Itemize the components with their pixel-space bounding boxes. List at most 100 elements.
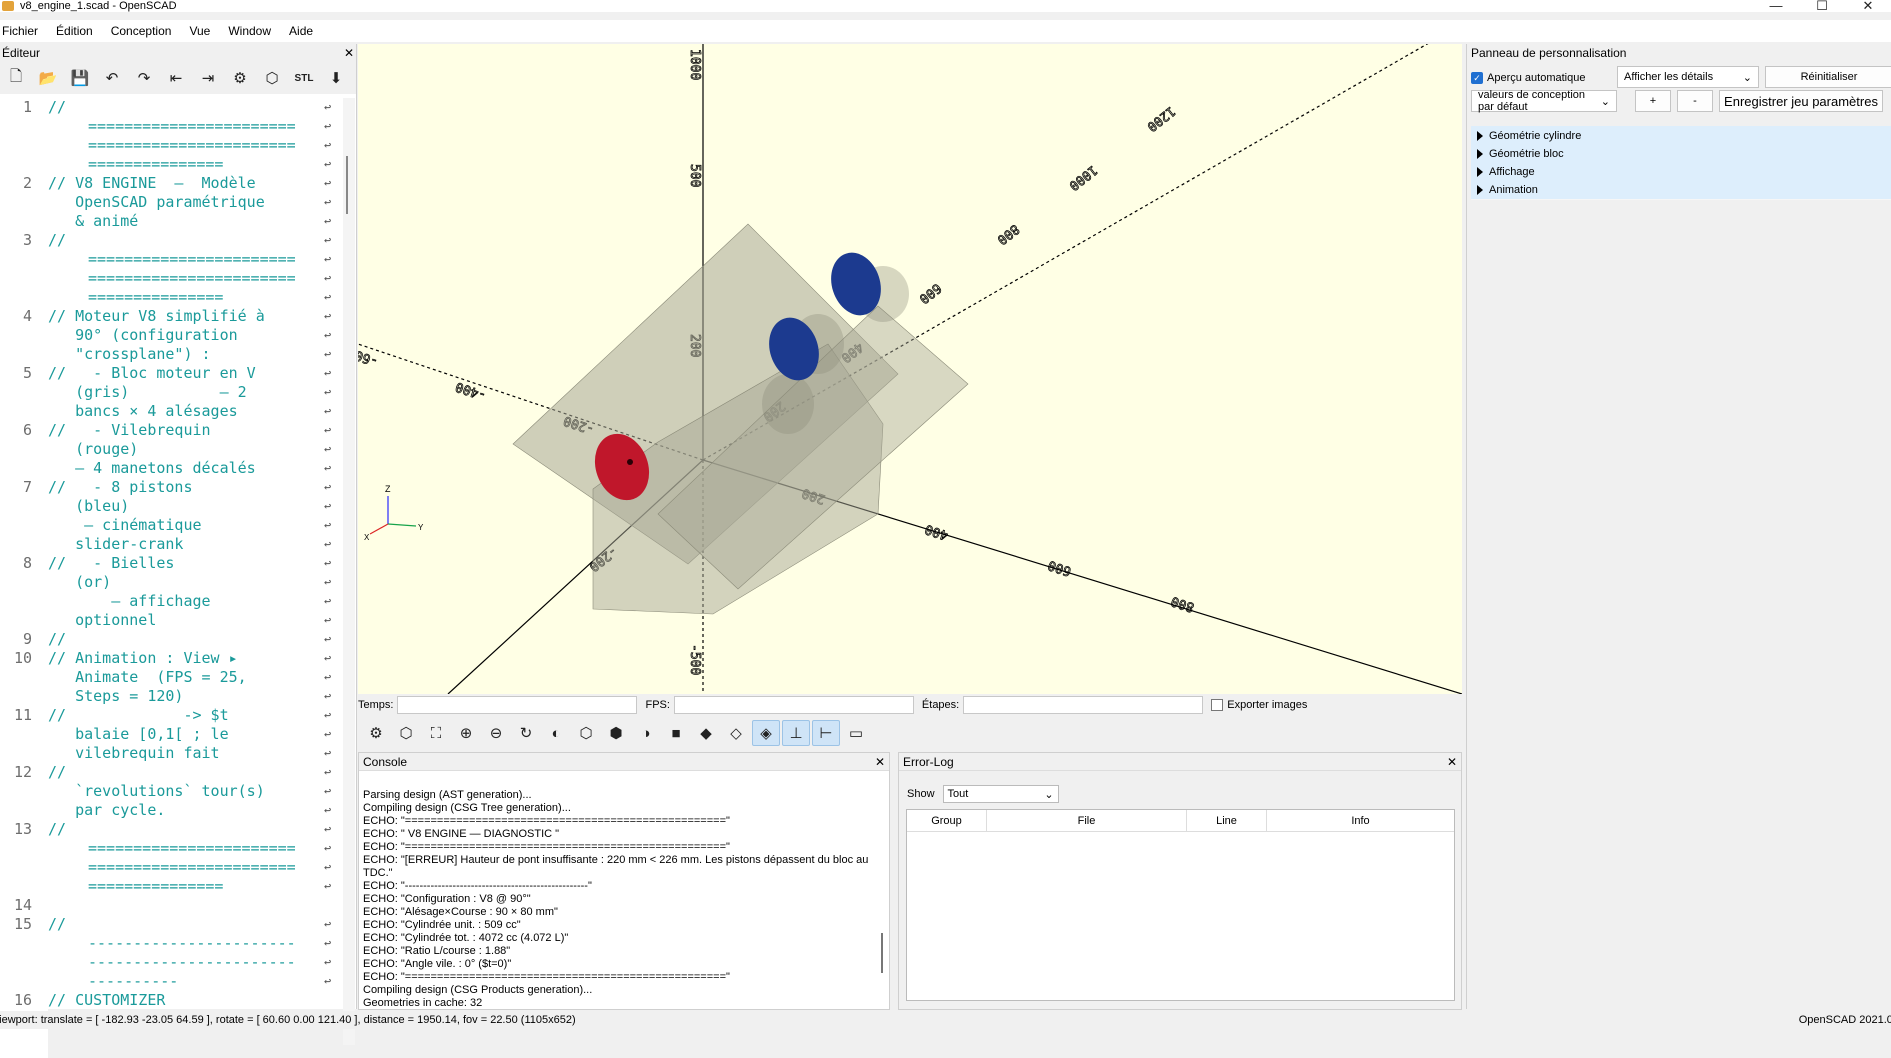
wrap-indicator-icon: ↩ — [324, 708, 332, 722]
wrap-indicator-icon: ↩ — [324, 309, 332, 323]
auto-preview-checkbox[interactable]: ✓ — [1471, 72, 1483, 84]
auto-preview-label: Aperçu automatique — [1487, 72, 1586, 84]
wrap-indicator-icon: ↩ — [324, 100, 332, 114]
perspective-icon[interactable]: ◇ — [722, 720, 750, 746]
error-log-close-icon[interactable]: ✕ — [1447, 755, 1457, 769]
render-icon[interactable]: ⬡ — [392, 720, 420, 746]
cylinder-bore — [762, 374, 814, 434]
view-top-icon[interactable]: ⬡ — [572, 720, 600, 746]
preview-icon[interactable]: ⚙ — [362, 720, 390, 746]
wrap-indicator-icon: ↩ — [324, 119, 332, 133]
preset-select[interactable]: valeurs de conception par défaut ⌄ — [1471, 89, 1617, 113]
steps-input[interactable] — [963, 696, 1204, 714]
wrap-indicator-icon: ↩ — [324, 841, 332, 855]
code-line: (gris) — 2 — [48, 383, 247, 401]
add-preset-button[interactable]: + — [1635, 90, 1671, 112]
console-scrollbar[interactable] — [881, 933, 883, 973]
code-line: // Animation : View ▸ — [48, 649, 238, 667]
column-line[interactable]: Line — [1187, 810, 1267, 831]
code-line: // — [48, 630, 67, 648]
group-geometrie-bloc[interactable]: Géométrie bloc — [1471, 144, 1891, 164]
redo-icon[interactable]: ↷ — [130, 65, 158, 91]
menu-conception[interactable]: Conception — [111, 24, 172, 38]
editor-close-icon[interactable]: ✕ — [344, 46, 354, 60]
view-back-icon[interactable]: ◆ — [692, 720, 720, 746]
code-line: =============== — [88, 877, 224, 895]
menu-window[interactable]: Window — [228, 24, 271, 38]
zoom-in-icon[interactable]: ⊕ — [452, 720, 480, 746]
line-number: 2 — [22, 174, 32, 192]
mini-axis-z-label: Z — [385, 484, 391, 494]
group-animation[interactable]: Animation — [1471, 180, 1891, 200]
minimize-button[interactable]: — — [1753, 0, 1799, 14]
reset-view-icon[interactable]: ↻ — [512, 720, 540, 746]
menu-aide[interactable]: Aide — [289, 24, 313, 38]
preview-icon[interactable]: ⚙ — [226, 65, 254, 91]
3d-viewport[interactable]: 200400600800-200-400-6002004006008001000… — [358, 44, 1462, 694]
wrap-indicator-icon: ↩ — [324, 974, 332, 988]
show-axes-icon[interactable]: ⊥ — [782, 720, 810, 746]
menu-vue[interactable]: Vue — [189, 24, 210, 38]
maximize-button[interactable]: ☐ — [1799, 0, 1845, 14]
show-filter-select[interactable]: Tout ⌄ — [942, 785, 1059, 803]
details-select[interactable]: Afficher les détails ⌄ — [1617, 66, 1759, 88]
menu-edition[interactable]: Édition — [56, 24, 93, 38]
view-front-icon[interactable]: ■ — [662, 720, 690, 746]
group-geometrie-cylindre[interactable]: Géométrie cylindre — [1471, 126, 1891, 146]
view-bottom-icon[interactable]: ⬢ — [602, 720, 630, 746]
axis-tick-label: 1000 — [1066, 162, 1100, 193]
zoom-out-icon[interactable]: ⊖ — [482, 720, 510, 746]
line-number: 11 — [13, 706, 32, 724]
export-images-checkbox[interactable] — [1211, 699, 1224, 711]
view-right-icon[interactable]: ◐ — [542, 720, 570, 746]
remove-preset-button[interactable]: - — [1677, 90, 1713, 112]
error-log-header: Error-Log ✕ — [899, 753, 1461, 771]
code-line: ======================= — [88, 136, 296, 154]
editor-panel: Éditeur ✕ 🗋 📂 💾 ↶ ↷ ⇤ ⇥ ⚙ ⬡ STL ⬇ 1 // ↩ ==… — [0, 44, 357, 1058]
column-file[interactable]: File — [987, 810, 1187, 831]
undo-icon[interactable]: ↶ — [98, 65, 126, 91]
openscad-app-icon — [2, 1, 14, 11]
new-file-icon[interactable]: 🗋 — [2, 65, 30, 91]
send-to-print-icon[interactable]: ⬇ — [322, 65, 350, 91]
export-stl-icon[interactable]: STL — [290, 65, 318, 91]
editor-scrollbar[interactable] — [343, 98, 355, 1045]
wrap-indicator-icon: ↩ — [324, 233, 332, 247]
column-group[interactable]: Group — [907, 810, 987, 831]
view-left-icon[interactable]: ◑ — [632, 720, 660, 746]
save-preset-button[interactable]: Enregistrer jeu paramètres — [1719, 90, 1883, 112]
group-affichage[interactable]: Affichage — [1471, 162, 1891, 182]
console-line: ECHO: "=================================… — [363, 841, 730, 853]
code-line: (bleu) — [48, 497, 130, 515]
code-line: // — [48, 231, 67, 249]
close-window-button[interactable]: ✕ — [1845, 0, 1891, 14]
wrap-indicator-icon: ↩ — [324, 556, 332, 570]
wrap-indicator-icon: ↩ — [324, 879, 332, 893]
menu-fichier[interactable]: Fichier — [2, 24, 38, 38]
code-line: // — [48, 820, 67, 838]
editor-scroll-thumb[interactable] — [346, 156, 348, 214]
open-folder-icon[interactable]: 📂 — [34, 65, 62, 91]
reset-button[interactable]: Réinitialiser — [1765, 66, 1891, 88]
column-info[interactable]: Info — [1267, 810, 1454, 831]
wrap-indicator-icon: ↩ — [324, 955, 332, 969]
wrap-indicator-icon: ↩ — [324, 423, 332, 437]
indent-icon[interactable]: ⇥ — [194, 65, 222, 91]
time-input[interactable] — [397, 696, 638, 714]
code-line: "crossplane") : — [48, 345, 211, 363]
show-scale-markers-icon[interactable]: ⊢ — [812, 720, 840, 746]
render-icon[interactable]: ⬡ — [258, 65, 286, 91]
view-all-icon[interactable]: ⛶ — [422, 720, 450, 746]
details-select-value: Afficher les détails — [1624, 71, 1714, 83]
code-editor[interactable]: 1 // ↩ ======================= ↩ ============… — [0, 98, 357, 1058]
code-line: // — [48, 98, 67, 116]
fps-input[interactable] — [673, 696, 914, 714]
orthogonal-icon[interactable]: ◈ — [752, 720, 780, 746]
code-line: `revolutions` tour(s) — [48, 782, 265, 800]
axis-tick-label: 1200 — [1144, 103, 1178, 134]
console-close-icon[interactable]: ✕ — [875, 755, 885, 769]
save-icon[interactable]: 💾 — [66, 65, 94, 91]
unindent-icon[interactable]: ⇤ — [162, 65, 190, 91]
code-line: Animate (FPS = 25, — [48, 668, 247, 686]
show-edges-icon[interactable]: ▭ — [842, 720, 870, 746]
